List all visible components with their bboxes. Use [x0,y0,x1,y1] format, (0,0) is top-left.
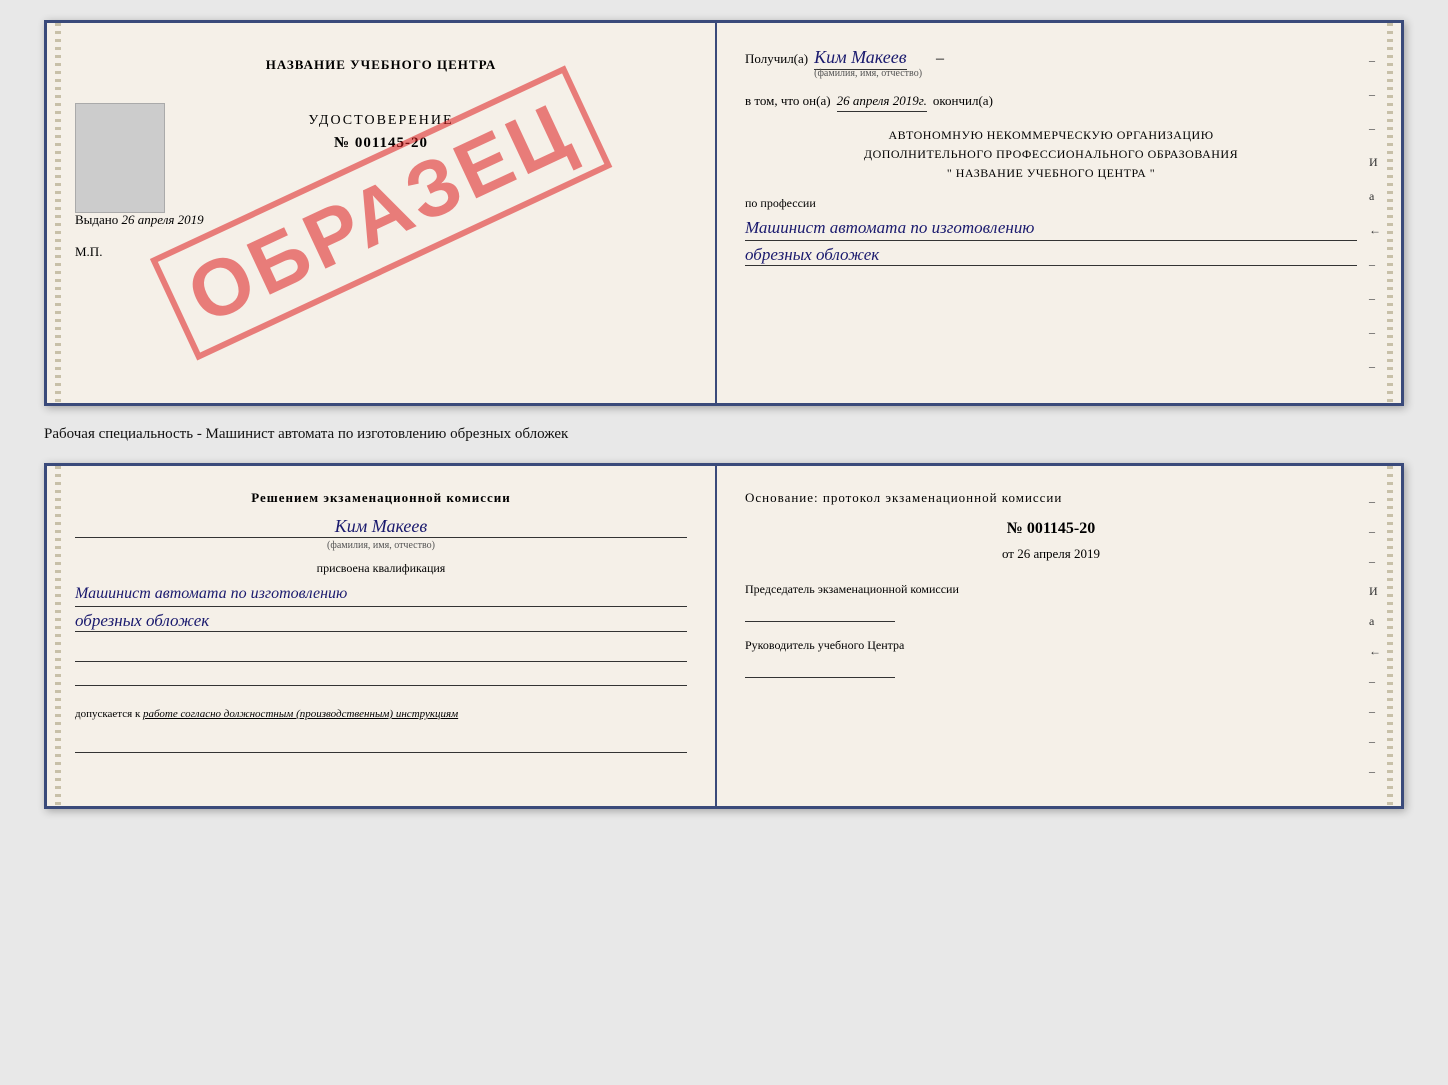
profession-label: по профессии [745,196,1357,211]
blank-line-2 [75,666,687,686]
protocol-date-prefix: от [1002,546,1014,561]
org-line3: " НАЗВАНИЕ УЧЕБНОГО ЦЕНТРА " [745,164,1357,183]
vydano-date: 26 апреля 2019 [122,212,204,227]
date-prefix: в том, что он(а) [745,93,831,109]
udostoverenie-label: УДОСТОВЕРЕНИЕ [75,113,687,129]
document-top: НАЗВАНИЕ УЧЕБНОГО ЦЕНТРА ОБРАЗЕЦ УДОСТОВ… [44,20,1404,406]
dash-column-right: – – – И а ← – – – – [1369,23,1381,403]
kvali-label: присвоена квалификация [75,561,687,576]
udostoverenie-number: № 001145-20 [75,135,687,152]
doc-bottom-left: Решением экзаменационной комиссии Ким Ма… [47,466,717,806]
rukovoditel-signature-line [745,660,895,678]
recipient-prefix: Получил(а) [745,51,808,67]
middle-label: Рабочая специальность - Машинист автомат… [44,422,1404,447]
org-line2: ДОПОЛНИТЕЛЬНОГО ПРОФЕССИОНАЛЬНОГО ОБРАЗО… [745,145,1357,164]
org-text: АВТОНОМНУЮ НЕКОММЕРЧЕСКУЮ ОРГАНИЗАЦИЮ ДО… [745,126,1357,184]
vydano-label: Выдано [75,212,118,227]
doc-bottom-right: Основание: протокол экзаменационной коми… [717,466,1401,806]
date-value: 26 апреля 2019г. [837,93,927,112]
blank-line-3 [75,733,687,753]
dopuskaetsya: допускается к работе согласно должностны… [75,706,687,723]
recipient-line: Получил(а) Ким Макеев (фамилия, имя, отч… [745,47,1357,79]
date-line: в том, что он(а) 26 апреля 2019г. окончи… [745,93,1357,112]
fio-caption-top: (фамилия, имя, отчество) [814,68,922,79]
blank-line-1 [75,642,687,662]
dopusk-value: работе согласно должностным (производств… [143,708,458,720]
recipient-block: Ким Макеев (фамилия, имя, отчество) [814,47,922,79]
doc-top-right: Получил(а) Ким Макеев (фамилия, имя, отч… [717,23,1401,403]
dash-column-right-2: – – – И а ← – – – – [1369,466,1381,806]
chairman-label: Председатель экзаменационной комиссии [745,580,1357,598]
vydano-line: Выдано 26 апреля 2019 [75,212,687,228]
chairman-signature-line [745,604,895,622]
profession-value-2: обрезных обложек [745,245,1357,266]
dash-after-name: – [936,50,944,68]
osnov-label: Основание: протокол экзаменационной коми… [745,490,1357,506]
photo-placeholder [75,103,165,213]
profession-value-1: Машинист автомата по изготовлению [745,215,1357,242]
rukovoditel-label: Руководитель учебного Центра [745,636,1357,654]
protocol-date-value: 26 апреля 2019 [1017,546,1100,561]
kvali-value-1: Машинист автомата по изготовлению [75,582,687,607]
doc-top-left: НАЗВАНИЕ УЧЕБНОГО ЦЕНТРА ОБРАЗЕЦ УДОСТОВ… [47,23,717,403]
person-name-komissia: Ким Макеев [75,516,687,538]
org-line1: АВТОНОМНУЮ НЕКОММЕРЧЕСКУЮ ОРГАНИЗАЦИЮ [745,126,1357,145]
mp-line: М.П. [75,244,687,260]
recipient-name: Ким Макеев [814,47,906,70]
kvali-value-2: обрезных обложек [75,611,687,632]
blank-lines [75,642,687,686]
document-bottom: Решением экзаменационной комиссии Ким Ма… [44,463,1404,809]
okonchil: окончил(а) [933,93,993,109]
protocol-date: от 26 апреля 2019 [745,546,1357,562]
dopusk-label: допускается к [75,708,140,720]
rukovoditel-block: Руководитель учебного Центра [745,636,1357,678]
school-name-left: НАЗВАНИЕ УЧЕБНОГО ЦЕНТРА [75,57,687,73]
komissia-title: Решением экзаменационной комиссии [75,490,687,506]
udostoverenie-block: УДОСТОВЕРЕНИЕ № 001145-20 [75,113,687,152]
fio-caption-bottom: (фамилия, имя, отчество) [75,540,687,551]
chairman-block: Председатель экзаменационной комиссии [745,580,1357,622]
protocol-number: № 001145-20 [745,520,1357,538]
